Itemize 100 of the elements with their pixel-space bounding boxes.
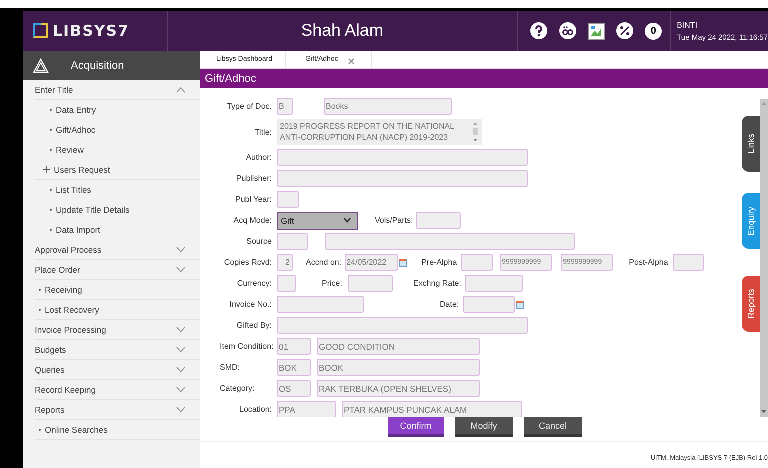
input-field[interactable] <box>277 149 528 166</box>
field-label: Acq Mode: <box>232 216 272 225</box>
menu-item[interactable]: Update Title Details <box>56 205 130 215</box>
menu-section[interactable]: Queries <box>35 360 200 380</box>
scrollbar[interactable] <box>472 121 479 143</box>
chevron-down-icon <box>176 266 186 272</box>
action-button[interactable]: Cancel <box>524 417 582 437</box>
chevron-down-icon <box>176 246 186 252</box>
scroll-up-icon[interactable] <box>761 102 767 106</box>
field-label: Title: <box>254 128 272 136</box>
input-field[interactable] <box>277 170 528 187</box>
field-label: Date: <box>440 300 460 309</box>
field-label: Author: <box>245 153 272 162</box>
input-field[interactable] <box>348 275 394 292</box>
menu-item[interactable]: Lost Recovery <box>45 304 100 314</box>
chevron-down-icon <box>176 366 186 372</box>
dropdown[interactable]: Gift <box>277 212 358 230</box>
menu-section[interactable]: Reports <box>35 400 200 420</box>
menu-section[interactable]: Place Order <box>35 260 200 280</box>
input-field[interactable]: 2 <box>277 254 293 271</box>
menu-section[interactable]: Enter Title <box>35 80 200 100</box>
input-field[interactable] <box>465 275 524 292</box>
menu-section[interactable]: Approval Process <box>35 240 200 260</box>
input-field[interactable]: PTAR KAMPUS PUNCAK ALAM <box>342 401 522 417</box>
field-label: Price: <box>322 279 342 288</box>
action-button[interactable]: Modify <box>455 417 513 437</box>
menu-item[interactable]: Data Import <box>56 225 100 235</box>
chevron-down-icon <box>344 218 351 223</box>
square-logo-icon <box>33 23 49 39</box>
field-label: Publ Year: <box>234 195 272 204</box>
percent-icon[interactable] <box>616 22 634 40</box>
user-name: BINTI <box>677 20 699 30</box>
input-field[interactable] <box>461 254 494 271</box>
input-field[interactable] <box>277 191 299 208</box>
chevron-down-icon <box>176 406 186 412</box>
input-field[interactable]: PPA <box>277 401 336 417</box>
input-field[interactable] <box>277 233 308 250</box>
field-label: Exchng Rate: <box>413 279 462 288</box>
module-header[interactable]: Acquisition <box>23 51 200 80</box>
text-area[interactable]: 2019 PROGRESS REPORT ON THE NATIONAL ANTI-CORRUPTION PLAN (NACP) 2019-2023 <box>277 119 482 145</box>
language-icon[interactable] <box>559 22 578 40</box>
input-field[interactable] <box>416 212 462 229</box>
menu-item[interactable]: Review <box>56 145 84 155</box>
input-field[interactable] <box>673 254 704 271</box>
input-field[interactable] <box>277 296 364 313</box>
menu-section[interactable]: Record Keeping <box>35 380 200 400</box>
input-field[interactable]: RAK TERBUKA (OPEN SHELVES) <box>317 380 480 397</box>
side-tab[interactable]: Links <box>742 116 760 172</box>
logo-text: LIBSYS7 <box>53 22 130 40</box>
menu-item[interactable]: Gift/Adhoc <box>56 125 96 135</box>
page-title: Gift/Adhoc <box>205 72 256 84</box>
menu-section[interactable]: Invoice Processing <box>35 320 200 340</box>
menu-item[interactable]: Data Entry <box>56 105 96 115</box>
input-field[interactable]: BOOK <box>317 359 480 376</box>
field-label: Location: <box>238 405 272 414</box>
calendar-icon[interactable] <box>516 300 524 308</box>
input-field[interactable] <box>325 233 575 250</box>
date-field[interactable]: 24/05/2022 <box>344 254 398 271</box>
menu-section[interactable]: Budgets <box>35 340 200 360</box>
date-field[interactable] <box>463 296 516 313</box>
input-field[interactable]: B <box>277 98 293 115</box>
scroll-down-icon[interactable] <box>761 410 767 414</box>
field-label: Currency: <box>236 279 272 288</box>
field-label: SMD: <box>219 363 241 372</box>
field-label: Item Condition: <box>219 342 275 351</box>
field-label: Category: <box>219 384 256 393</box>
menu-item[interactable]: Receiving <box>45 284 82 294</box>
input-field[interactable] <box>277 275 296 292</box>
action-button[interactable]: Confirm <box>388 417 444 437</box>
input-field[interactable]: OS <box>277 380 311 397</box>
calendar-icon[interactable] <box>398 258 407 266</box>
field-label: Source <box>246 237 272 246</box>
input-field[interactable] <box>277 317 528 334</box>
side-tab[interactable]: Reports <box>742 276 760 332</box>
field-label: Gifted By: <box>236 321 272 330</box>
field-label: Invoice No.: <box>228 300 272 309</box>
input-field[interactable]: GOOD CONDITION <box>317 338 480 355</box>
field-label: Type of Doc. <box>226 102 272 111</box>
field-label: Accnd on: <box>306 258 342 267</box>
field-label: Post-Alpha <box>629 258 668 267</box>
input-field[interactable]: Books <box>324 98 452 115</box>
chevron-down-icon <box>176 386 186 392</box>
plus-icon[interactable] <box>43 166 50 173</box>
chevron-down-icon <box>176 346 186 352</box>
field-label: Copies Rcvd: <box>223 258 272 267</box>
module-title: Acquisition <box>71 60 124 72</box>
menu-item[interactable]: Users Request <box>54 164 110 174</box>
input-field[interactable]: 01 <box>277 338 311 355</box>
menu-item[interactable]: Online Searches <box>45 424 108 434</box>
warning-triangle-icon <box>33 58 49 74</box>
help-icon[interactable] <box>530 22 548 40</box>
field-label: Publisher: <box>235 174 272 183</box>
input-field[interactable]: BOK <box>277 359 311 376</box>
notification-badge[interactable]: 0 <box>645 22 662 40</box>
field-label: Vols/Parts: <box>375 216 414 225</box>
scrollbar[interactable] <box>760 99 768 417</box>
broken-image-icon[interactable] <box>588 22 606 40</box>
chevron-down-icon <box>176 326 186 332</box>
close-icon[interactable] <box>348 58 356 64</box>
menu-item[interactable]: List Titles <box>56 185 92 195</box>
